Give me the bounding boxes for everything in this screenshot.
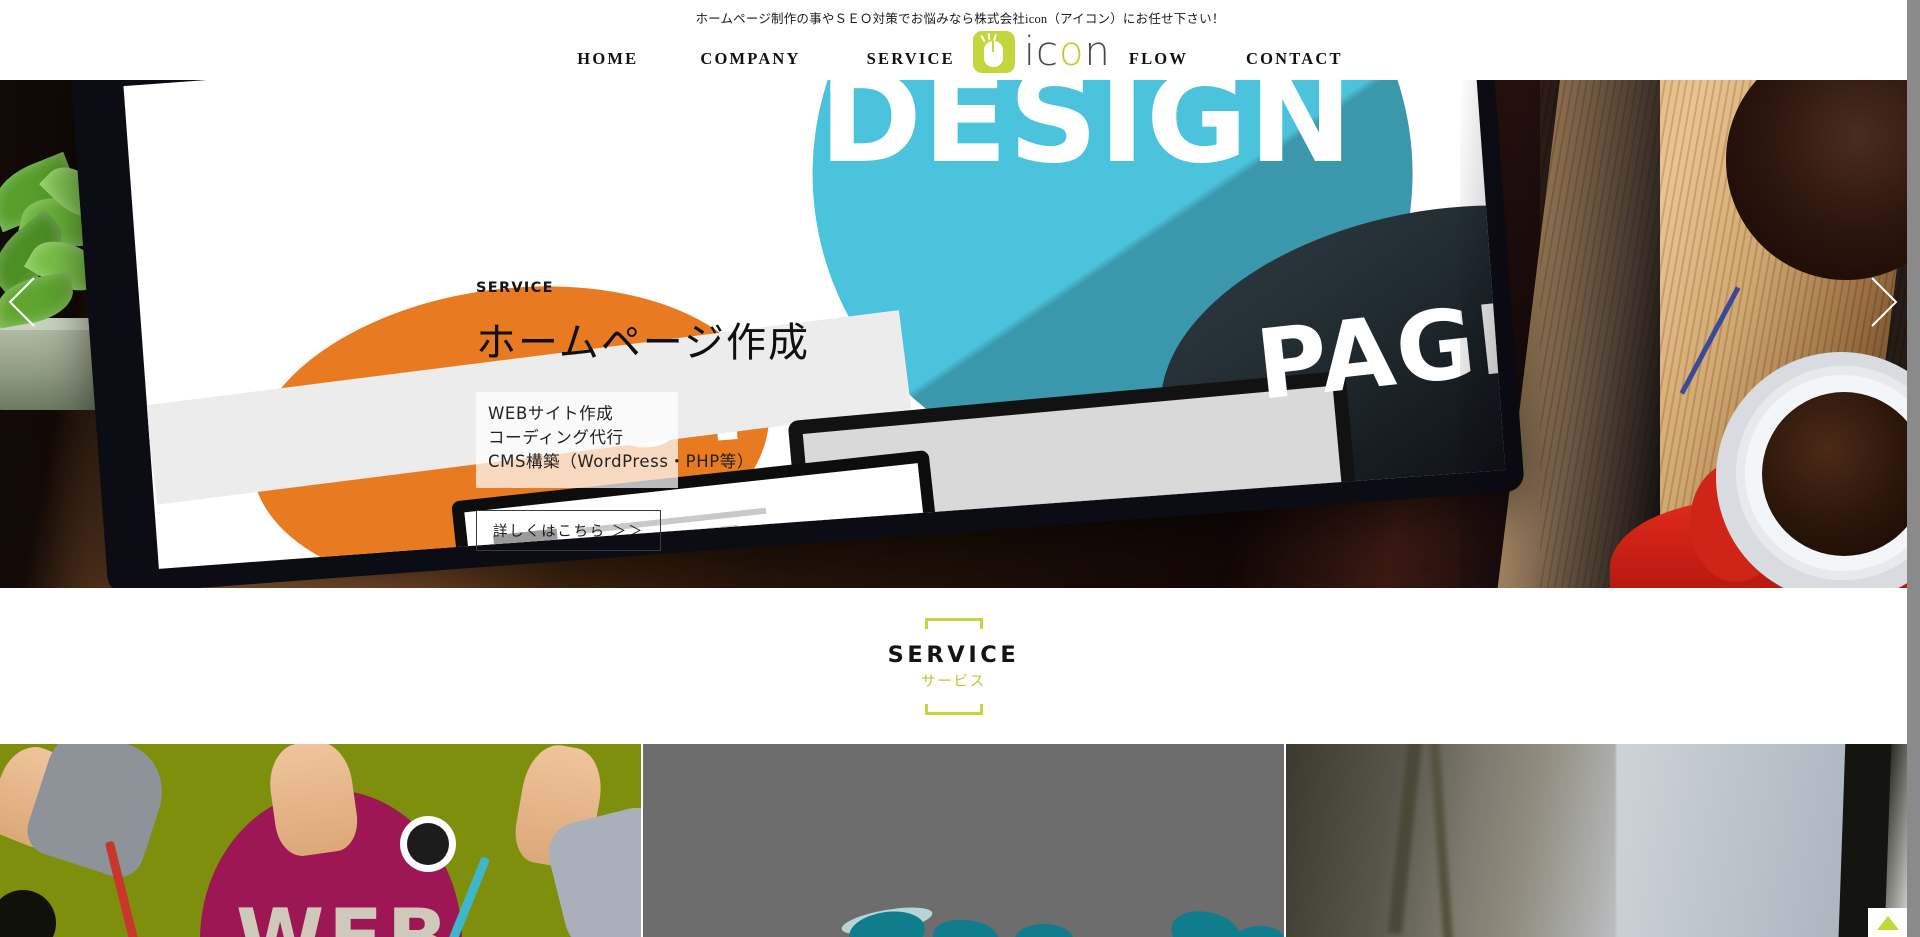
hero-description-line: WEBサイト作成: [488, 404, 614, 423]
site-tagline: ホームページ制作の事やＳＥＯ対策でお悩みなら株式会社icon（アイコン）にお任せ…: [695, 12, 1225, 26]
heading-bracket-top: [924, 617, 983, 629]
nav-item-home[interactable]: HOME: [577, 49, 638, 69]
mouse-click-ray-icon: [987, 32, 991, 41]
card-teal-shape: [1235, 926, 1284, 937]
card-teal-shape: [931, 916, 1001, 937]
illustration-word-design: DESIGN: [818, 80, 1354, 191]
hero-description: WEBサイト作成 コーディング代行 CMS構築（WordPress・PHP等）: [476, 392, 754, 489]
site-header: ホームページ制作の事やＳＥＯ対策でお悩みなら株式会社icon（アイコン）にお任せ…: [0, 0, 1920, 80]
logo-word-part-green: o: [1058, 29, 1085, 75]
service-card-row: WEB: [0, 744, 1907, 937]
card-teal-shape: [1167, 905, 1245, 937]
page-right-margin: [1907, 0, 1920, 937]
hero-description-line: CMS構築（WordPress・PHP等）: [488, 452, 754, 472]
mouse-logo-icon: [972, 31, 1015, 73]
mouse-click-ray-icon: [980, 34, 986, 43]
nav-item-flow[interactable]: FLOW: [1129, 49, 1188, 69]
hero-text-panel: SERVICE ホームページ作成 WEBサイト作成 コーディング代行 CMS構築…: [476, 280, 810, 552]
mouse-button-split: [992, 41, 995, 52]
hero-detail-button[interactable]: 詳しくはこちら ＞＞: [476, 510, 662, 552]
service-card-photo[interactable]: [1286, 744, 1907, 937]
hero-kicker: SERVICE: [476, 280, 554, 296]
card-person-shirt: [1616, 744, 1856, 937]
card-coffee-cup: [400, 816, 456, 872]
slider-next-arrow-icon[interactable]: [1862, 272, 1902, 332]
service-heading-title: SERVICE: [887, 641, 1020, 668]
hero-title: ホームページ作成: [476, 320, 810, 365]
service-section-heading: SERVICE サービス: [0, 588, 1907, 744]
main-navigation: HOME COMPANY SERVICE ic o n FLOW CONTACT: [0, 31, 1920, 80]
scroll-to-top-button[interactable]: [1868, 908, 1907, 937]
nav-item-company[interactable]: COMPANY: [700, 49, 800, 69]
hero-description-line: コーディング代行: [488, 428, 624, 448]
nav-item-service[interactable]: SERVICE: [867, 49, 955, 69]
heading-bracket-bottom: [924, 703, 983, 715]
logo-word-part-1: ic: [1023, 29, 1059, 75]
service-heading-subtitle: サービス: [921, 673, 986, 690]
service-card-gray[interactable]: [643, 744, 1284, 937]
logo-wordmark: ic o n: [1024, 32, 1111, 72]
card-web-caption: WEB: [236, 892, 452, 937]
tablet-screen: WEB DESIGN LAYOUT PAGES: [123, 80, 1506, 569]
service-card-web[interactable]: WEB: [0, 744, 641, 937]
hero-background-photo: WEB DESIGN LAYOUT PAGES: [0, 80, 1907, 588]
site-logo[interactable]: ic o n: [972, 29, 1111, 75]
page-root: ホームページ制作の事やＳＥＯ対策でお悩みなら株式会社icon（アイコン）にお任せ…: [0, 0, 1920, 937]
hero-vignette: [1460, 80, 1660, 588]
card-teal-shape: [1015, 924, 1073, 937]
slider-prev-arrow-icon[interactable]: [4, 272, 44, 332]
arrow-up-icon: [1876, 915, 1899, 930]
nav-item-contact[interactable]: CONTACT: [1246, 49, 1343, 69]
logo-word-part-2: n: [1084, 29, 1111, 75]
hero-slider: WEB DESIGN LAYOUT PAGES: [0, 80, 1907, 588]
card-dark-circle: [0, 890, 56, 937]
